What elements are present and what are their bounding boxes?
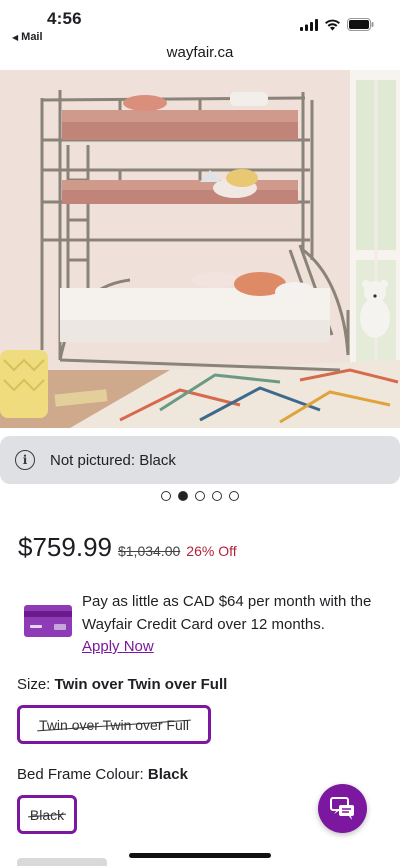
credit-card-icon <box>24 605 72 637</box>
back-app-label: Mail <box>21 31 43 43</box>
colour-option-label: Black <box>29 806 65 823</box>
url-bar[interactable]: wayfair.ca <box>0 44 400 70</box>
size-selected: Twin over Twin over Full <box>54 676 228 693</box>
carousel-dot[interactable] <box>195 491 205 501</box>
chat-bubbles-icon <box>329 796 354 820</box>
home-indicator <box>129 853 271 858</box>
chat-button[interactable] <box>318 784 367 833</box>
not-pictured-banner: i Not pictured: Black <box>0 436 400 484</box>
bunk-bed-illustration <box>0 70 400 428</box>
current-price: $759.99 <box>18 532 112 562</box>
size-option-label: Twin over Twin over Full <box>39 716 189 733</box>
discount-badge: 26% Off <box>186 543 237 559</box>
back-triangle-icon: ◀ <box>12 32 19 42</box>
size-option-selected[interactable]: Twin over Twin over Full <box>17 705 211 744</box>
carousel-dots <box>0 491 400 501</box>
size-label-prefix: Size: <box>17 676 55 693</box>
product-image[interactable] <box>0 70 400 428</box>
back-to-mail[interactable]: ◀ Mail <box>12 31 43 43</box>
colour-selected: Black <box>147 766 188 783</box>
price-row: $759.99 $1,034.00 26% Off <box>18 532 237 563</box>
status-icons <box>300 18 374 31</box>
bottom-partial-button[interactable] <box>17 858 107 866</box>
apply-now-link[interactable]: Apply Now <box>82 638 154 655</box>
carousel-dot-active[interactable] <box>178 491 188 501</box>
not-pictured-text: Not pictured: Black <box>50 451 176 469</box>
promo-text: Pay as little as CAD $64 per month with … <box>82 593 372 633</box>
original-price: $1,034.00 <box>117 543 181 559</box>
colour-label-prefix: Bed Frame Colour: <box>17 766 148 783</box>
carousel-dot[interactable] <box>161 491 171 501</box>
wifi-icon <box>325 19 340 30</box>
cellular-signal-icon <box>300 18 318 31</box>
carousel-dot[interactable] <box>212 491 222 501</box>
info-icon: i <box>15 450 35 470</box>
colour-label: Bed Frame Colour: Black <box>17 766 188 783</box>
size-label: Size: Twin over Twin over Full <box>17 676 227 693</box>
battery-icon <box>347 18 374 31</box>
carousel-dot[interactable] <box>229 491 239 501</box>
status-bar: 4:56 ◀ Mail <box>0 0 400 44</box>
status-time: 4:56 <box>47 9 82 28</box>
colour-option-selected[interactable]: Black <box>17 795 77 834</box>
